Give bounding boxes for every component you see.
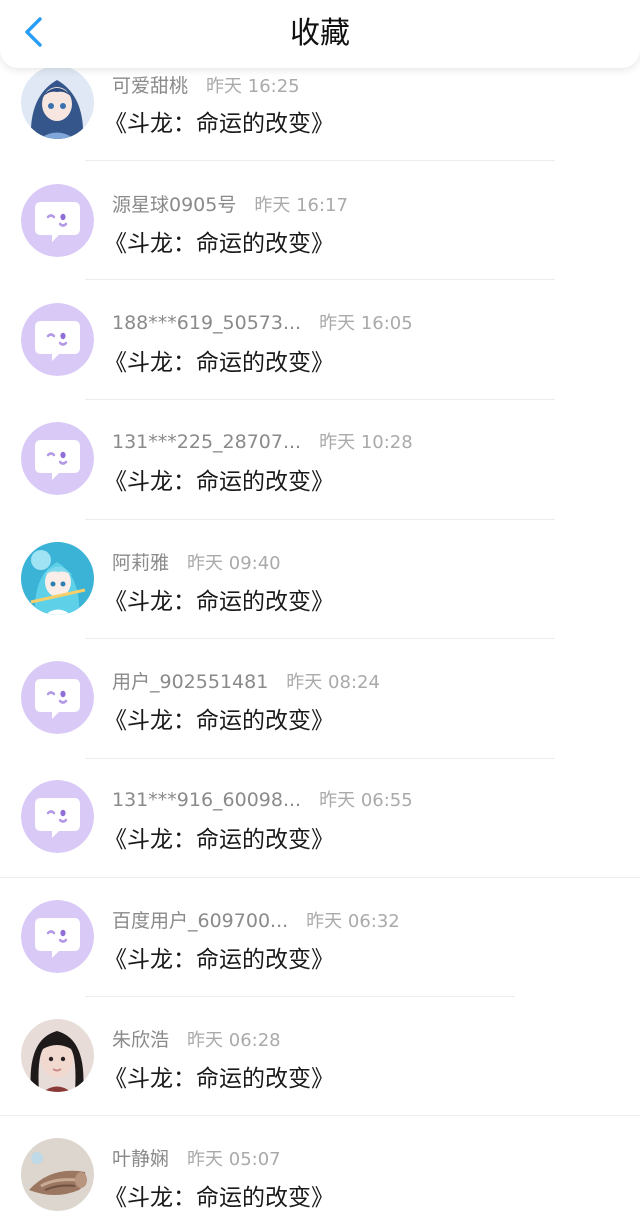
username[interactable]: 叶静娴 — [112, 1148, 169, 1170]
list-item[interactable]: 百度用户_609700... 昨天 06:32 《斗龙：命运的改变》 — [0, 877, 640, 997]
timestamp: 昨天 06:32 — [306, 911, 400, 932]
chat-bubble-avatar-icon — [21, 184, 94, 257]
book-title[interactable]: 《斗龙：命运的改变》 — [104, 462, 334, 496]
anime-girl-avatar-icon — [21, 66, 94, 139]
username[interactable]: 用户_902551481 — [112, 671, 268, 693]
book-title[interactable]: 《斗龙：命运的改变》 — [104, 820, 334, 854]
chat-bubble-avatar-icon — [21, 661, 94, 734]
photo-avatar-icon — [21, 1019, 94, 1092]
item-meta: 131***916_60098... 昨天 06:55 — [112, 786, 413, 816]
book-title[interactable]: 《斗龙：命运的改变》 — [104, 582, 334, 616]
top-nav-bar: 收藏 — [0, 0, 640, 68]
list-item[interactable]: 阿莉雅 昨天 09:40 《斗龙：命运的改变》 — [0, 519, 640, 639]
item-meta: 阿莉雅 昨天 09:40 — [112, 548, 281, 578]
avatar[interactable] — [21, 66, 94, 139]
timestamp: 昨天 06:55 — [319, 790, 413, 811]
list-item[interactable]: 188***619_50573... 昨天 16:05 《斗龙：命运的改变》 — [0, 279, 640, 400]
anime-girl-avatar-icon — [21, 542, 94, 615]
chat-bubble-avatar-icon — [21, 900, 94, 973]
list-item[interactable]: 叶静娴 昨天 05:07 《斗龙：命运的改变》 — [0, 1116, 640, 1219]
username[interactable]: 朱欣浩 — [112, 1029, 169, 1051]
book-title[interactable]: 《斗龙：命运的改变》 — [104, 343, 334, 377]
book-title[interactable]: 《斗龙：命运的改变》 — [104, 1059, 334, 1093]
item-meta: 朱欣浩 昨天 06:28 — [112, 1025, 281, 1055]
timestamp: 昨天 16:17 — [254, 195, 348, 216]
timestamp: 昨天 09:40 — [187, 553, 281, 574]
avatar[interactable] — [21, 184, 94, 257]
timestamp: 昨天 08:24 — [286, 672, 380, 693]
username[interactable]: 源星球0905号 — [112, 194, 236, 216]
item-meta: 用户_902551481 昨天 08:24 — [112, 667, 380, 697]
avatar[interactable] — [21, 542, 94, 615]
book-title[interactable]: 《斗龙：命运的改变》 — [104, 940, 334, 974]
timestamp: 昨天 16:25 — [206, 76, 300, 97]
list-item[interactable]: 131***225_28707... 昨天 10:28 《斗龙：命运的改变》 — [0, 399, 640, 520]
avatar[interactable] — [21, 422, 94, 495]
avatar[interactable] — [21, 780, 94, 853]
username[interactable]: 131***916_60098... — [112, 789, 301, 811]
list-item[interactable]: 源星球0905号 昨天 16:17 《斗龙：命运的改变》 — [0, 160, 640, 280]
item-meta: 百度用户_609700... 昨天 06:32 — [112, 906, 400, 936]
avatar[interactable] — [21, 900, 94, 973]
chat-bubble-avatar-icon — [21, 303, 94, 376]
avatar[interactable] — [21, 303, 94, 376]
list-item[interactable]: 朱欣浩 昨天 06:28 《斗龙：命运的改变》 — [0, 996, 640, 1116]
item-meta: 188***619_50573... 昨天 16:05 — [112, 309, 413, 339]
item-meta: 叶静娴 昨天 05:07 — [112, 1144, 281, 1174]
username[interactable]: 阿莉雅 — [112, 552, 169, 574]
book-title[interactable]: 《斗龙：命运的改变》 — [104, 1178, 334, 1212]
item-meta: 可爱甜桃 昨天 16:25 — [112, 71, 300, 101]
timestamp: 昨天 06:28 — [187, 1030, 281, 1051]
timestamp: 昨天 10:28 — [319, 432, 413, 453]
book-title[interactable]: 《斗龙：命运的改变》 — [104, 224, 334, 258]
photo-avatar-icon — [21, 1138, 94, 1211]
book-title[interactable]: 《斗龙：命运的改变》 — [104, 104, 334, 138]
chat-bubble-avatar-icon — [21, 422, 94, 495]
item-meta: 131***225_28707... 昨天 10:28 — [112, 428, 413, 458]
username[interactable]: 可爱甜桃 — [112, 75, 188, 97]
book-title[interactable]: 《斗龙：命运的改变》 — [104, 701, 334, 735]
chat-bubble-avatar-icon — [21, 780, 94, 853]
item-meta: 源星球0905号 昨天 16:17 — [112, 190, 348, 220]
avatar[interactable] — [21, 1138, 94, 1211]
list-item[interactable]: 131***916_60098... 昨天 06:55 《斗龙：命运的改变》 — [0, 758, 640, 878]
timestamp: 昨天 05:07 — [187, 1149, 281, 1170]
username[interactable]: 188***619_50573... — [112, 312, 301, 334]
favorites-page: 可爱甜桃 昨天 16:25 《斗龙：命运的改变》 源星球0905号 昨天 16:17… — [0, 0, 640, 1219]
username[interactable]: 131***225_28707... — [112, 431, 301, 453]
favorites-list: 可爱甜桃 昨天 16:25 《斗龙：命运的改变》 源星球0905号 昨天 16:17… — [0, 0, 640, 1219]
list-item[interactable]: 用户_902551481 昨天 08:24 《斗龙：命运的改变》 — [0, 638, 640, 759]
timestamp: 昨天 16:05 — [319, 313, 413, 334]
avatar[interactable] — [21, 661, 94, 734]
page-title: 收藏 — [290, 16, 350, 51]
avatar[interactable] — [21, 1019, 94, 1092]
username[interactable]: 百度用户_609700... — [112, 910, 288, 932]
